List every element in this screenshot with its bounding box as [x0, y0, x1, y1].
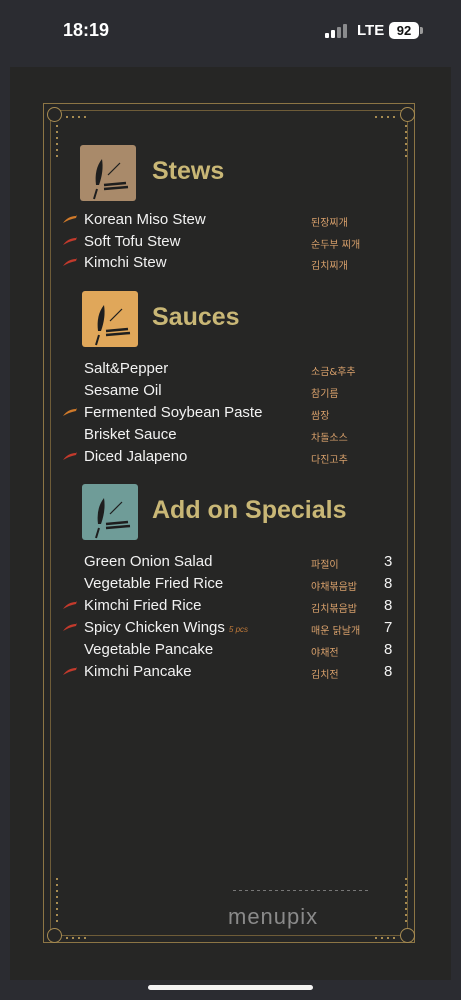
section-title-specials: Add on Specials: [152, 496, 347, 524]
corner-ornament-icon: [47, 928, 62, 943]
home-indicator[interactable]: [148, 985, 313, 990]
menu-item-korean: 김치볶음밥: [311, 604, 357, 615]
corner-ornament-icon: [47, 107, 62, 122]
menu-item-name: Fermented Soybean Paste: [84, 404, 263, 421]
specials-utensils-icon: [82, 484, 138, 540]
section-title-stews: Stews: [152, 157, 225, 185]
menu-item-korean: 참기름: [311, 389, 339, 400]
menu-item-name: Vegetable Pancake: [84, 641, 214, 658]
dotted-ornament: [405, 125, 407, 160]
menu-item-name: Salt&Pepper: [84, 360, 169, 377]
menu-item-price: 8: [384, 641, 393, 658]
dotted-ornament: [66, 116, 86, 118]
menu-item-name: Korean Miso Stew: [84, 211, 206, 228]
menu-item-korean: 매운 닭날개: [311, 626, 361, 637]
corner-ornament-icon: [400, 107, 415, 122]
network-label: LTE: [357, 22, 385, 39]
menu-item-name: Diced Jalapeno: [84, 448, 188, 465]
menu-item-name: Spicy Chicken Wings 5 pcs: [84, 619, 248, 636]
corner-ornament-icon: [400, 928, 415, 943]
menu-item-korean: 소금&후추: [311, 367, 356, 378]
menu-item-price: 3: [384, 553, 393, 570]
menu-item-price: 8: [384, 575, 393, 592]
menu-item-korean: 야채볶음밥: [311, 582, 357, 593]
menu-item-korean: 된장찌개: [311, 218, 348, 229]
menu-item-name: Brisket Sauce: [84, 426, 177, 443]
menu-item-name-text: Spicy Chicken Wings: [84, 619, 225, 636]
mild-pepper-icon: [63, 408, 77, 416]
dotted-ornament: [66, 937, 86, 939]
status-time: 18:19: [63, 20, 110, 40]
spicy-pepper-icon: [63, 623, 77, 631]
menu-item-korean: 김치찌개: [311, 261, 348, 272]
menu-item-korean: 순두부 찌개: [311, 240, 361, 251]
menu-item-korean: 야채전: [311, 648, 339, 659]
menu-item-korean: 다진고추: [311, 455, 348, 466]
watermark-rule: [233, 890, 368, 891]
spicy-pepper-icon: [63, 452, 77, 460]
dotted-ornament: [56, 125, 58, 160]
dotted-ornament: [56, 878, 58, 923]
menu-item-korean: 쌈장: [311, 411, 330, 422]
mild-pepper-icon: [63, 215, 77, 223]
menupix-watermark: menupix: [228, 904, 319, 929]
menu-item-name: Sesame Oil: [84, 382, 162, 399]
menu-item-korean: 김치전: [311, 670, 339, 681]
spicy-pepper-icon: [63, 601, 77, 609]
dotted-ornament: [375, 116, 395, 118]
spicy-pepper-icon: [63, 667, 77, 675]
spicy-pepper-icon: [63, 237, 77, 245]
spicy-pepper-icon: [63, 258, 77, 266]
stew-utensils-icon: [80, 145, 136, 201]
battery-icon: 92: [389, 22, 419, 39]
menu-item-korean: 차돌소스: [311, 433, 348, 444]
status-bar: 18:19 LTE 92: [0, 0, 461, 62]
menu-item-korean: 파절이: [311, 560, 339, 571]
menu-item-name: Vegetable Fried Rice: [84, 575, 224, 592]
signal-icon: [325, 24, 349, 38]
battery-nub: [420, 27, 423, 34]
dotted-ornament: [405, 878, 407, 923]
menu-item-price: 8: [384, 663, 393, 680]
menu-item-name: Soft Tofu Stew: [84, 233, 181, 250]
menu-item-note: 5 pcs: [228, 625, 249, 634]
sauce-utensils-icon: [82, 291, 138, 347]
menu-item-name: Kimchi Stew: [84, 254, 167, 271]
menu-item-name: Kimchi Pancake: [84, 663, 192, 680]
menu-item-price: 7: [384, 619, 393, 636]
menu-item-name: Green Onion Salad: [84, 553, 213, 570]
menu-item-name: Kimchi Fried Rice: [84, 597, 202, 614]
section-title-sauces: Sauces: [152, 303, 240, 331]
menu-item-price: 8: [384, 597, 393, 614]
dotted-ornament: [375, 937, 395, 939]
